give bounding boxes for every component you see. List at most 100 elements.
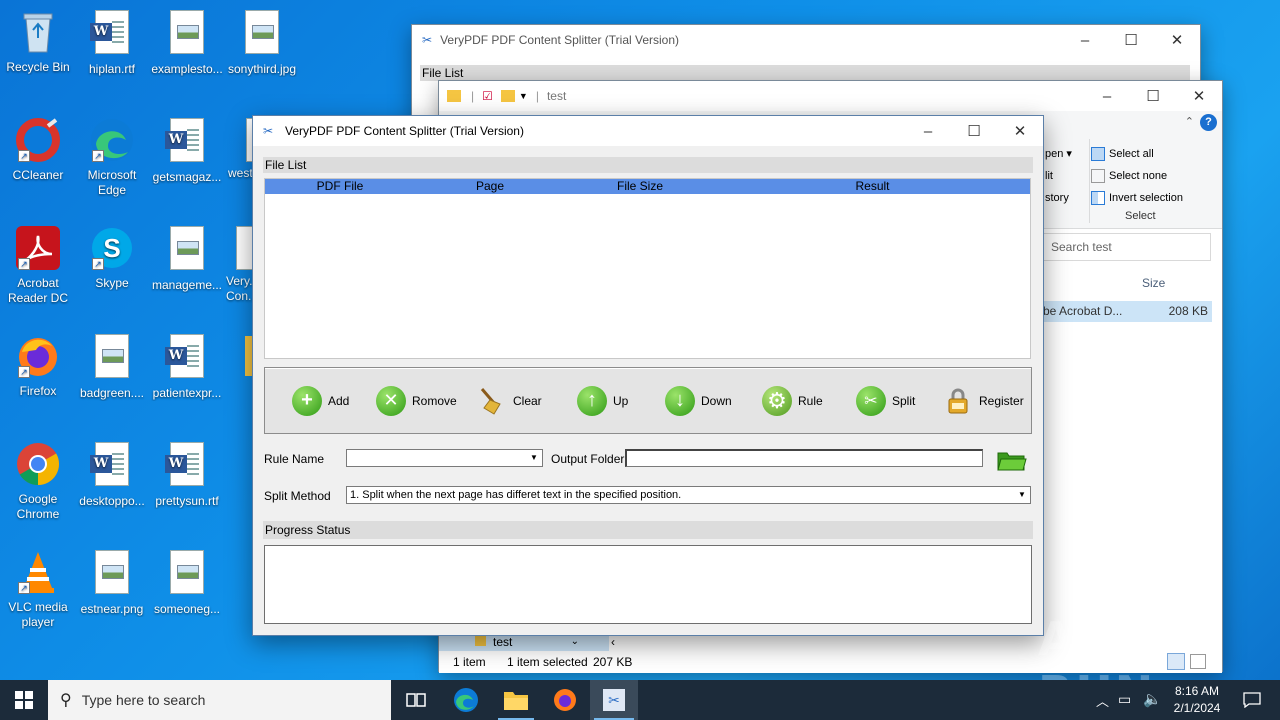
column-header-pdf-file[interactable]: PDF File — [265, 179, 415, 194]
rule-name-select[interactable]: ▼ — [346, 449, 543, 467]
explorer-search-input[interactable]: Search test — [1043, 233, 1211, 261]
split-method-select[interactable]: 1. Split when the next page has differet… — [346, 486, 1031, 504]
split-button[interactable]: ✂ Split — [856, 385, 915, 416]
column-header-result[interactable]: Result — [715, 179, 1030, 194]
ribbon-edit-button[interactable]: lit — [1045, 165, 1072, 187]
desktop-icon-someoneg[interactable]: someoneg... — [149, 548, 225, 617]
maximize-button[interactable]: ☐ — [1130, 81, 1176, 111]
desktop-icon-desktoppo[interactable]: W desktoppo... — [74, 440, 150, 509]
file-list-table[interactable]: PDF File Page File Size Result — [264, 178, 1031, 359]
desktop-icon-verypdf[interactable]: Very... Con... — [226, 224, 252, 304]
invert-selection-button[interactable]: Invert selection — [1091, 187, 1183, 209]
down-button[interactable]: ↓ Down — [665, 385, 732, 416]
add-icon: + — [292, 385, 322, 416]
select-all-button[interactable]: Select all — [1091, 143, 1183, 165]
new-folder-icon[interactable] — [500, 90, 515, 102]
rule-button[interactable]: ⚙ Rule — [762, 385, 823, 416]
verypdf-app-window[interactable]: ✂ VeryPDF PDF Content Splitter (Trial Ve… — [252, 115, 1044, 636]
properties-icon[interactable]: ☑ — [482, 89, 493, 103]
column-header-size[interactable]: Size — [1142, 276, 1165, 290]
taskbar-clock[interactable]: 8:16 AM 2/1/2024 — [1166, 683, 1228, 717]
shortcut-arrow-icon: ↗ — [92, 258, 104, 270]
start-button[interactable] — [0, 680, 48, 720]
desktop-icon-estnear[interactable]: estnear.png — [74, 548, 150, 617]
desktop-icon-manageme[interactable]: manageme... — [149, 224, 225, 293]
desktop-icon-acrobat[interactable]: ↗ Acrobat Reader DC — [0, 224, 76, 306]
desktop-icon-recycle-bin[interactable]: Recycle Bin — [0, 8, 76, 75]
chevron-down-icon[interactable]: ▼ — [1015, 488, 1029, 502]
image-file-icon — [238, 10, 286, 58]
windows-logo-icon — [15, 691, 33, 709]
progress-status-box — [264, 545, 1032, 624]
status-item-count: 1 item — [453, 655, 486, 669]
notifications-button[interactable] — [1232, 680, 1272, 720]
ribbon-open-button[interactable]: pen ▾ — [1045, 143, 1072, 165]
desktop-icon-edge[interactable]: ↗ Microsoft Edge — [74, 116, 150, 198]
desktop-icon-sonythird[interactable]: sonythird.jpg — [224, 8, 300, 77]
minimize-button[interactable]: – — [1084, 81, 1130, 111]
desktop-icon-vlc[interactable]: ↗ VLC media player — [0, 548, 76, 630]
ribbon-history-button[interactable]: story — [1045, 187, 1072, 209]
desktop-icon-hiplan[interactable]: W hiplan.rtf — [74, 8, 150, 77]
remove-button[interactable]: ✕ Romove — [376, 385, 457, 416]
browse-folder-button[interactable] — [997, 449, 1027, 471]
taskbar-firefox[interactable] — [541, 680, 589, 720]
column-header-file-size[interactable]: File Size — [565, 179, 715, 194]
file-list-column-headers: PDF File Page File Size Result — [265, 179, 1030, 194]
close-button[interactable]: ✕ — [997, 116, 1043, 146]
desktop-icon-patientexpr[interactable]: W patientexpr... — [149, 332, 225, 401]
volume-icon[interactable]: 🔈 — [1143, 690, 1162, 708]
maximize-button[interactable]: ☐ — [1108, 25, 1154, 55]
desktop-icon-ccleaner[interactable]: ↗ CCleaner — [0, 116, 76, 183]
search-icon: ⚲ — [60, 692, 72, 709]
edge-icon — [454, 688, 478, 712]
desktop-icon-examplesto[interactable]: examplesto... — [149, 8, 225, 77]
desktop-icon-west[interactable]: west... — [222, 116, 252, 181]
register-button[interactable]: Register — [943, 386, 1024, 416]
task-view-button[interactable] — [392, 680, 440, 720]
add-button[interactable]: + Add — [292, 385, 349, 416]
image-file-icon — [88, 334, 136, 382]
ribbon-group-select-label: Select — [1125, 210, 1156, 222]
up-button[interactable]: ↑ Up — [577, 385, 628, 416]
network-icon[interactable]: ▭ — [1118, 691, 1131, 708]
close-button[interactable]: ✕ — [1176, 81, 1222, 111]
desktop-icon-badgreen[interactable]: badgreen.... — [74, 332, 150, 401]
output-folder-input[interactable] — [625, 449, 983, 467]
shortcut-arrow-icon: ↗ — [18, 258, 30, 270]
taskbar-verypdf[interactable]: ✂ — [590, 680, 638, 720]
desktop-icon-prettysun[interactable]: W prettysun.rtf — [149, 440, 225, 509]
chevron-up-icon[interactable]: ︿ — [1096, 691, 1109, 710]
help-icon[interactable]: ? — [1200, 114, 1217, 131]
select-none-icon — [1091, 169, 1105, 184]
desktop-icon-getsmagaz[interactable]: W getsmagaz... — [149, 116, 225, 185]
minimize-button[interactable]: – — [905, 116, 951, 146]
desktop-icon-chrome[interactable]: Google Chrome — [0, 440, 76, 522]
close-button[interactable]: ✕ — [1154, 25, 1200, 55]
word-document-icon — [222, 118, 252, 166]
remove-icon: ✕ — [376, 385, 406, 416]
desktop-icon-firefox[interactable]: ↗ Firefox — [0, 332, 76, 399]
ccleaner-icon: ↗ — [14, 116, 62, 164]
edge-icon: ↗ — [88, 116, 136, 164]
taskbar-search-box[interactable]: ⚲ Type here to search — [48, 680, 391, 720]
chevron-down-icon[interactable]: ▼ — [519, 91, 528, 101]
column-header-page[interactable]: Page — [415, 179, 565, 194]
taskbar-file-explorer[interactable] — [492, 680, 540, 720]
select-none-button[interactable]: Select none — [1091, 165, 1183, 187]
explorer-title: test — [546, 89, 567, 103]
chevron-up-icon[interactable]: ⌃ — [1185, 115, 1194, 128]
word-document-icon: W — [163, 442, 211, 490]
clock-time: 8:16 AM — [1174, 684, 1220, 698]
taskbar-edge[interactable] — [442, 680, 490, 720]
word-document-icon: W — [163, 118, 211, 166]
chevron-down-icon[interactable]: ▼ — [527, 451, 541, 465]
verypdf-icon — [226, 226, 252, 274]
file-row-name: be Acrobat D... — [1043, 304, 1123, 318]
clear-button[interactable]: Clear — [477, 386, 542, 416]
maximize-button[interactable]: ☐ — [951, 116, 997, 146]
folder-icon — [504, 692, 528, 710]
file-row-selected[interactable]: be Acrobat D... 208 KB — [1039, 301, 1212, 322]
minimize-button[interactable]: – — [1062, 25, 1108, 55]
desktop-icon-skype[interactable]: S ↗ Skype — [74, 224, 150, 291]
